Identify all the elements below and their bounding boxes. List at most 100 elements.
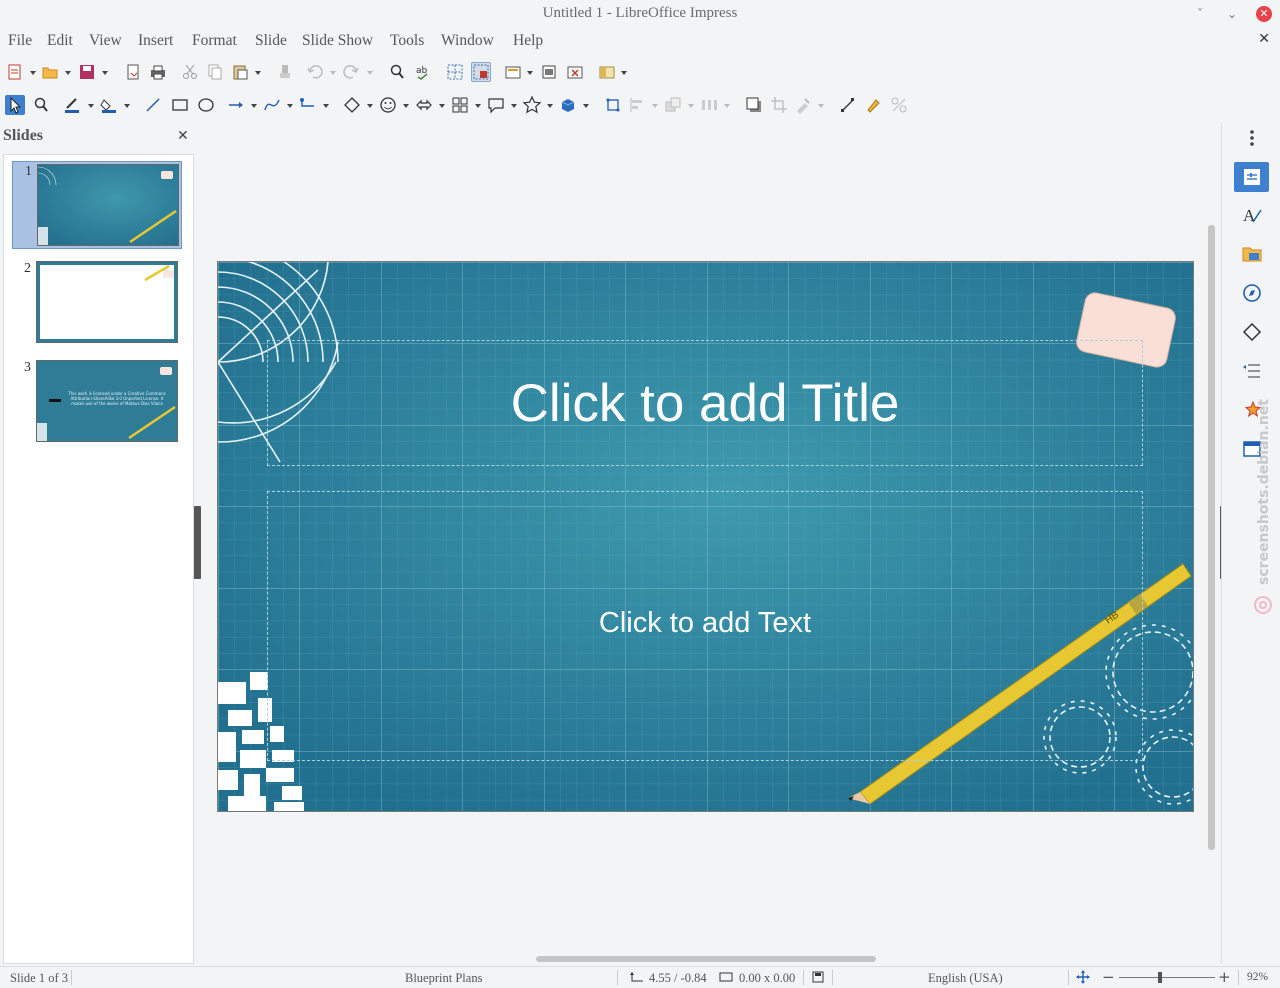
close-window-button[interactable]: ✕ bbox=[1256, 6, 1272, 22]
start-from-first-icon[interactable] bbox=[539, 62, 559, 82]
basic-shapes-icon[interactable] bbox=[342, 95, 362, 115]
title-placeholder[interactable]: Click to add Title bbox=[267, 340, 1143, 466]
current-slide[interactable]: HB Click to add Title Click to add Text bbox=[217, 261, 1194, 812]
callouts-icon[interactable] bbox=[486, 95, 506, 115]
more-options-icon[interactable] bbox=[1234, 123, 1269, 153]
horizontal-scrollbar[interactable] bbox=[536, 956, 876, 962]
menu-slide-show[interactable]: Slide Show bbox=[302, 32, 373, 50]
symbol-shapes-icon[interactable] bbox=[378, 95, 398, 115]
new-dropdown-icon[interactable] bbox=[30, 71, 36, 75]
rotate-icon[interactable] bbox=[603, 95, 623, 115]
export-pdf-icon[interactable] bbox=[123, 62, 143, 82]
gallery-icon[interactable] bbox=[1234, 239, 1269, 269]
zoom-level[interactable]: 92% bbox=[1247, 971, 1268, 983]
slide-canvas[interactable]: HB Click to add Title Click to add Text bbox=[203, 122, 1219, 956]
paste-icon[interactable] bbox=[230, 62, 250, 82]
copy-icon[interactable] bbox=[205, 62, 225, 82]
master-slide-name[interactable]: Blueprint Plans bbox=[405, 971, 482, 986]
line-icon[interactable] bbox=[143, 95, 163, 115]
distribute-icon[interactable] bbox=[699, 95, 719, 115]
block-arrows-icon[interactable] bbox=[414, 95, 434, 115]
clone-formatting-icon[interactable] bbox=[275, 62, 295, 82]
curve-icon[interactable] bbox=[262, 95, 282, 115]
new-icon[interactable] bbox=[5, 62, 25, 82]
styles-icon[interactable]: A bbox=[1234, 200, 1269, 230]
toggle-extrusion-icon[interactable] bbox=[889, 95, 909, 115]
helplines-icon[interactable] bbox=[471, 62, 491, 82]
arrange-icon[interactable] bbox=[663, 95, 683, 115]
connector-dropdown-icon[interactable] bbox=[323, 104, 329, 108]
display-views-icon[interactable] bbox=[597, 62, 617, 82]
align-icon[interactable] bbox=[627, 95, 647, 115]
fill-color-icon[interactable] bbox=[99, 95, 119, 115]
stars-dropdown-icon[interactable] bbox=[547, 104, 553, 108]
stars-icon[interactable] bbox=[522, 95, 542, 115]
close-document-button[interactable]: ✕ bbox=[1258, 31, 1270, 47]
slide-thumbnail-1[interactable]: 1 bbox=[12, 161, 182, 249]
menu-help[interactable]: Help bbox=[513, 32, 543, 50]
flowchart-icon[interactable] bbox=[450, 95, 470, 115]
body-placeholder[interactable]: Click to add Text bbox=[267, 491, 1143, 761]
ellipse-icon[interactable] bbox=[196, 95, 216, 115]
spelling-icon[interactable]: ab bbox=[413, 62, 433, 82]
minimize-button[interactable]: ˇ bbox=[1190, 4, 1210, 24]
close-slides-pane-icon[interactable]: ✕ bbox=[177, 128, 189, 144]
language[interactable]: English (USA) bbox=[928, 971, 1003, 986]
shapes-icon[interactable] bbox=[1234, 317, 1269, 347]
print-icon[interactable] bbox=[148, 62, 168, 82]
zoom-icon[interactable] bbox=[31, 95, 51, 115]
display-views-dropdown-icon[interactable] bbox=[621, 71, 627, 75]
crop-icon[interactable] bbox=[769, 95, 789, 115]
save-icon[interactable] bbox=[77, 62, 97, 82]
vertical-scrollbar[interactable] bbox=[1208, 225, 1215, 850]
find-replace-icon[interactable] bbox=[387, 62, 407, 82]
document-modified-icon[interactable] bbox=[812, 971, 824, 987]
redo-icon[interactable] bbox=[341, 62, 361, 82]
line-color-dropdown-icon[interactable] bbox=[88, 104, 94, 108]
menu-edit[interactable]: Edit bbox=[47, 32, 73, 50]
shadow-icon[interactable] bbox=[744, 95, 764, 115]
3d-objects-dropdown-icon[interactable] bbox=[583, 104, 589, 108]
zoom-slider-thumb[interactable] bbox=[1158, 972, 1162, 983]
glue-points-icon[interactable] bbox=[863, 95, 883, 115]
filter-icon[interactable] bbox=[793, 95, 813, 115]
properties-icon[interactable] bbox=[1234, 162, 1269, 192]
menu-slide[interactable]: Slide bbox=[255, 32, 287, 50]
open-icon[interactable] bbox=[40, 62, 60, 82]
filter-dropdown-icon[interactable] bbox=[818, 104, 824, 108]
slide-thumbnail-3[interactable]: 3 This work is licensed under a Creative… bbox=[12, 358, 182, 446]
basic-shapes-dropdown-icon[interactable] bbox=[367, 104, 373, 108]
cut-icon[interactable] bbox=[180, 62, 200, 82]
distribute-dropdown-icon[interactable] bbox=[724, 104, 730, 108]
arrow-icon[interactable] bbox=[226, 95, 246, 115]
curve-dropdown-icon[interactable] bbox=[287, 104, 293, 108]
zoom-in-button[interactable]: + bbox=[1218, 968, 1231, 986]
undo-icon[interactable] bbox=[305, 62, 325, 82]
fill-color-dropdown-icon[interactable] bbox=[124, 104, 130, 108]
zoom-out-button[interactable]: − bbox=[1102, 968, 1115, 986]
menu-format[interactable]: Format bbox=[192, 32, 237, 50]
3d-objects-icon[interactable] bbox=[558, 95, 578, 115]
grid-icon[interactable] bbox=[445, 62, 465, 82]
restore-button[interactable]: ⌄ bbox=[1222, 4, 1242, 24]
slide-transition-icon[interactable] bbox=[1234, 356, 1269, 386]
menu-insert[interactable]: Insert bbox=[138, 32, 173, 50]
align-dropdown-icon[interactable] bbox=[652, 104, 658, 108]
select-icon[interactable] bbox=[5, 95, 25, 115]
arrange-dropdown-icon[interactable] bbox=[688, 104, 694, 108]
open-dropdown-icon[interactable] bbox=[65, 71, 71, 75]
navigator-icon[interactable] bbox=[1234, 278, 1269, 308]
fit-slide-icon[interactable] bbox=[1076, 970, 1090, 988]
rectangle-icon[interactable] bbox=[170, 95, 190, 115]
zoom-slider-track[interactable] bbox=[1119, 977, 1215, 978]
menu-window[interactable]: Window bbox=[441, 32, 494, 50]
flowchart-dropdown-icon[interactable] bbox=[475, 104, 481, 108]
symbol-shapes-dropdown-icon[interactable] bbox=[403, 104, 409, 108]
slides-pane-collapse-handle[interactable] bbox=[194, 506, 201, 579]
arrow-dropdown-icon[interactable] bbox=[251, 104, 257, 108]
connector-icon[interactable] bbox=[298, 95, 318, 115]
points-icon[interactable] bbox=[838, 95, 858, 115]
undo-dropdown-icon[interactable] bbox=[330, 71, 336, 75]
menu-view[interactable]: View bbox=[89, 32, 122, 50]
menu-tools[interactable]: Tools bbox=[390, 32, 424, 50]
